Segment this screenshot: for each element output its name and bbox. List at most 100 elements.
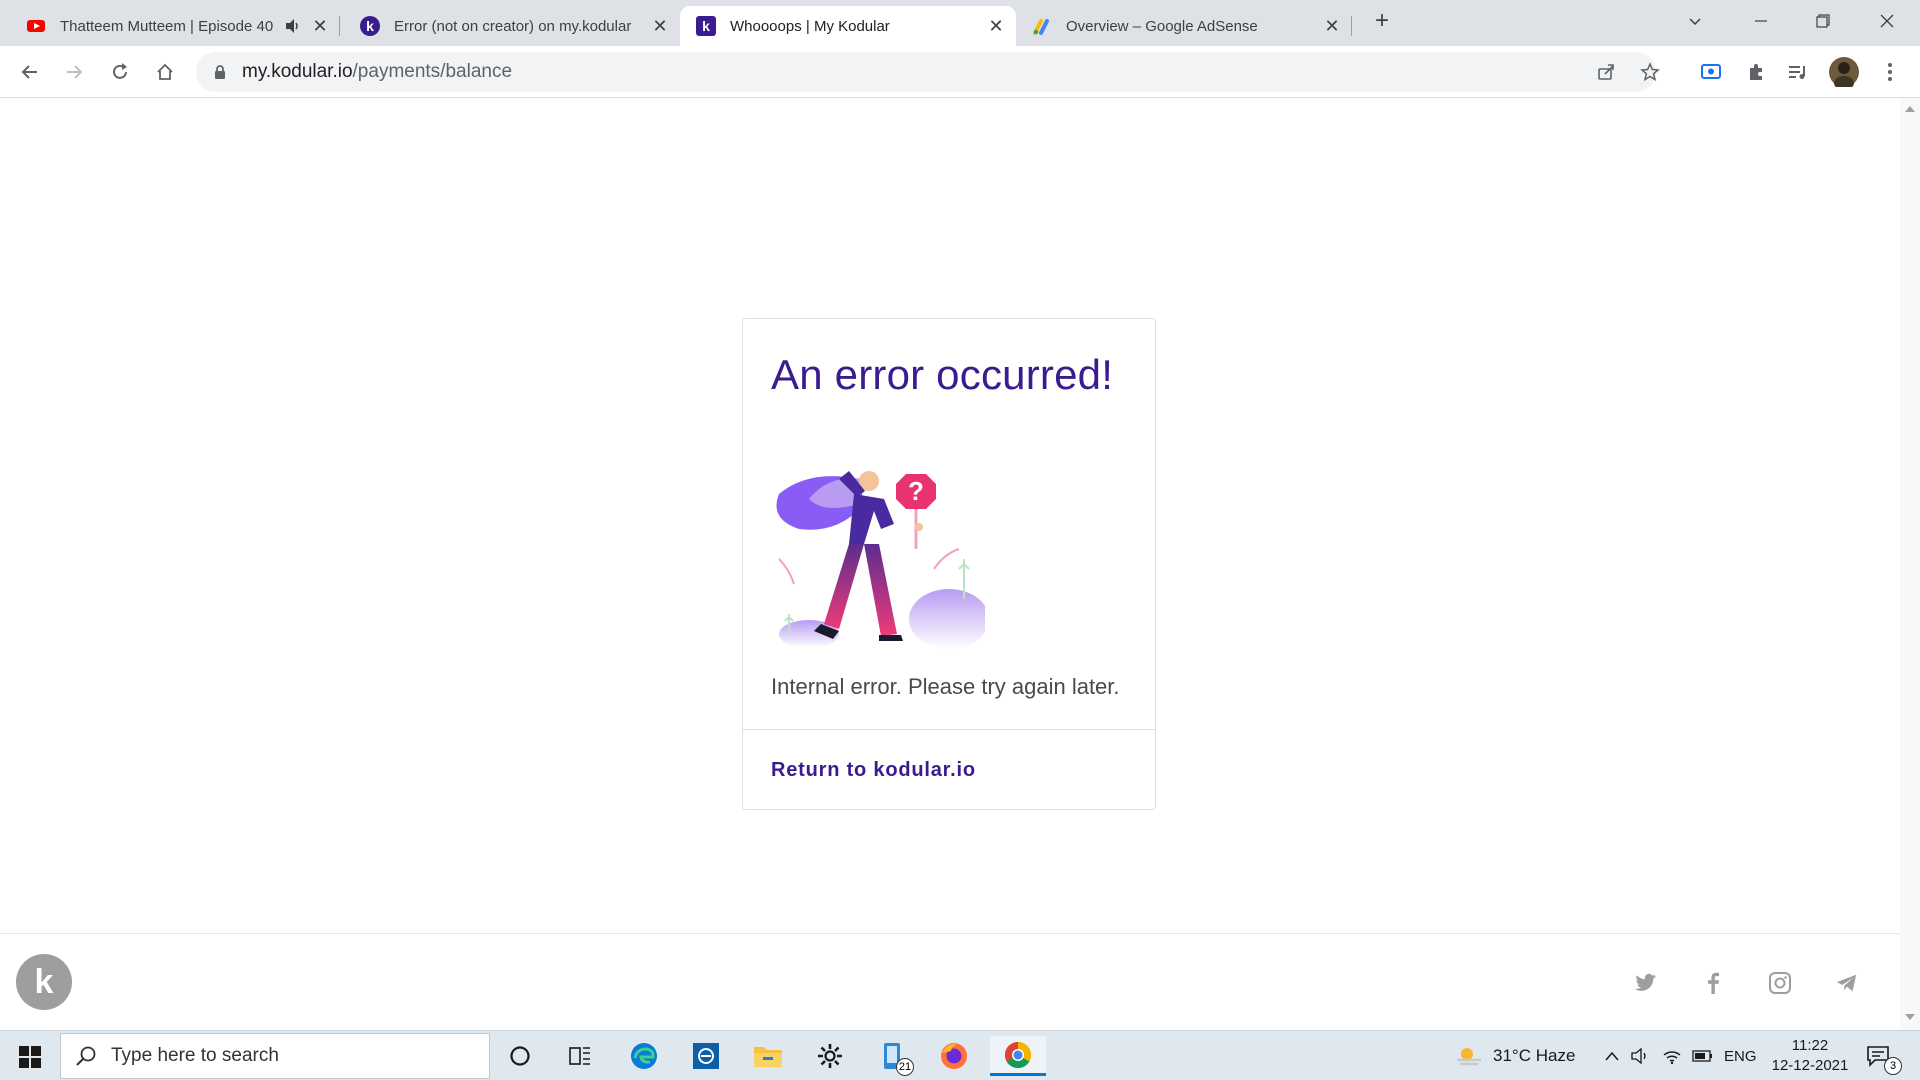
page-scrollbar[interactable] [1900,98,1920,1030]
media-button[interactable] [1782,56,1814,88]
edge-icon [631,1043,657,1069]
tab-separator [1351,16,1352,36]
close-icon[interactable]: ✕ [650,16,670,36]
windows-taskbar: Type here to search 21 31°C Haze ENG 11:… [0,1030,1920,1080]
file-explorer-app[interactable] [744,1036,792,1076]
svg-text:k: k [702,18,710,34]
cortana-button[interactable] [496,1036,544,1076]
kodular-icon: k [360,16,380,36]
screencast-button[interactable] [1695,56,1727,88]
clock-date: 12-12-2021 [1771,1057,1849,1074]
volume-icon[interactable] [1630,1031,1650,1080]
reload-icon [113,63,127,79]
kebab-menu-icon [1888,63,1892,81]
tab-youtube[interactable]: Thatteem Mutteem | Episode 40 ✕ [10,6,340,46]
kodular-logo[interactable]: k [16,954,72,1010]
arrow-left-icon [21,65,37,79]
tab-whoooops[interactable]: k Whoooops | My Kodular ✕ [680,6,1016,46]
extensions-button[interactable] [1740,56,1772,88]
url-host: my.kodular.io [242,61,353,82]
return-link[interactable]: Return to kodular.io [771,759,976,782]
facebook-icon[interactable] [1700,970,1726,996]
tab-title: Thatteem Mutteem | Episode 40 [60,17,274,35]
new-tab-button[interactable]: + [1367,6,1397,36]
folder-icon [754,1047,782,1067]
instagram-icon[interactable] [1767,970,1793,996]
scroll-down-arrow[interactable] [1905,1014,1915,1020]
home-button[interactable] [149,56,181,88]
star-icon[interactable] [1636,58,1664,86]
error-heading: An error occurred! [771,351,1114,398]
lock-icon[interactable] [212,64,228,80]
sign-question-mark: ? [908,476,924,506]
scroll-up-arrow[interactable] [1905,106,1915,112]
home-icon [157,63,173,80]
search-icon [76,1046,96,1066]
tray-overflow-icon[interactable] [1604,1031,1620,1080]
chrome-app[interactable] [990,1036,1046,1076]
close-icon[interactable]: ✕ [310,16,330,36]
wifi-icon[interactable] [1662,1031,1682,1080]
search-placeholder: Type here to search [111,1045,279,1066]
error-card: An error occurred! ? Internal error. Ple… [742,318,1156,810]
close-icon[interactable]: ✕ [986,16,1006,36]
remote-desktop-icon [693,1043,719,1069]
store-app[interactable]: 21 [868,1036,916,1076]
tab-kodular-error[interactable]: k Error (not on creator) on my.kodular ✕ [344,6,680,46]
error-message: Internal error. Please try again later. [771,674,1120,699]
edge-app[interactable] [620,1036,668,1076]
notification-badge: 3 [1884,1057,1902,1075]
settings-app[interactable] [806,1036,854,1076]
tab-title: Overview – Google AdSense [1066,17,1258,35]
cortana-icon [510,1046,530,1066]
task-view-button[interactable] [556,1036,604,1076]
reload-button[interactable] [104,56,136,88]
playlist-icon [1789,66,1805,79]
taskbar-clock[interactable]: 11:22 12-12-2021 [1770,1036,1850,1076]
firefox-app[interactable] [930,1036,978,1076]
logo-letter: k [34,962,54,1001]
svg-text:k: k [366,18,374,34]
telegram-icon[interactable] [1834,970,1860,996]
avatar-icon [1829,57,1859,87]
weather-text: 31°C Haze [1493,1046,1576,1065]
arrow-right-icon [67,65,83,79]
chrome-icon [1004,1041,1032,1068]
tab-adsense[interactable]: Overview – Google AdSense ✕ [1016,6,1352,46]
clock-time: 11:22 [1791,1037,1829,1054]
start-button[interactable] [8,1039,52,1075]
address-bar[interactable]: my.kodular.io/payments/balance [196,52,1660,92]
page-content: An error occurred! ? Internal error. Ple… [0,98,1900,1030]
browser-toolbar: my.kodular.io/payments/balance [0,46,1920,98]
tab-strip: Thatteem Mutteem | Episode 40 ✕ k Error … [0,0,1920,46]
forward-button[interactable] [58,56,90,88]
twitter-icon[interactable] [1633,970,1659,996]
cast-icon [1701,64,1721,79]
back-button[interactable] [14,56,46,88]
adsense-icon [1033,19,1049,35]
notifications-button[interactable]: 3 [1866,1031,1902,1080]
language-indicator[interactable]: ENG [1724,1031,1757,1080]
battery-icon[interactable] [1692,1031,1714,1080]
puzzle-icon [1750,64,1762,80]
task-view-icon [569,1047,590,1065]
tab-title: Whoooops | My Kodular [730,17,890,35]
url-path: /payments/balance [352,61,513,82]
close-window-icon[interactable] [1872,6,1902,36]
tab-search-icon[interactable] [1680,6,1710,36]
remote-app[interactable] [682,1036,730,1076]
menu-button[interactable] [1874,56,1906,88]
profile-avatar[interactable] [1828,56,1860,88]
taskbar-search[interactable]: Type here to search [60,1033,490,1079]
kodular-icon: k [696,16,716,36]
firefox-icon [941,1043,967,1069]
close-icon[interactable]: ✕ [1322,16,1342,36]
restore-icon[interactable] [1808,6,1838,36]
minimize-icon[interactable] [1746,6,1776,36]
weather-widget[interactable]: 31°C Haze [1455,1031,1575,1080]
sun-haze-icon [1457,1048,1481,1066]
youtube-icon [27,20,45,32]
tab-title: Error (not on creator) on my.kodular [394,17,632,35]
speaker-icon[interactable] [284,17,302,35]
share-icon[interactable] [1592,58,1620,86]
